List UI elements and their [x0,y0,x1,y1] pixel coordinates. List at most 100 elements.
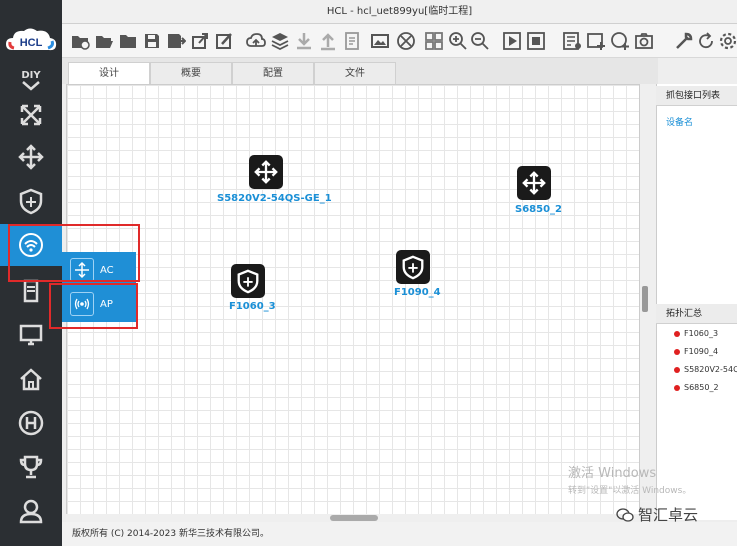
download-button[interactable] [294,31,314,51]
layers-button[interactable] [270,31,290,51]
tab-overview[interactable]: 概要 [150,62,232,84]
tab-file[interactable]: 文件 [314,62,396,84]
new-project-button[interactable] [70,31,90,51]
list-add-icon [563,32,581,50]
sidebar-item-firewall[interactable] [0,180,62,222]
sidebar-item-home[interactable] [0,358,62,400]
save-button[interactable] [142,31,162,51]
window-add-icon [587,33,605,50]
add-device-button[interactable] [610,31,630,51]
settings-button[interactable] [674,31,694,51]
gear-button[interactable] [718,31,737,51]
zoom-in-button[interactable] [448,31,468,51]
grid-icon [425,32,443,50]
open-project-button[interactable] [94,31,114,51]
topology-canvas[interactable] [66,84,640,520]
save-as-button[interactable] [166,31,187,51]
windows-activation-watermark: 激活 Windows 转到"设置"以激活 Windows。 [568,462,691,496]
new-folder-icon [72,36,90,50]
cloud-upload-icon [246,33,266,47]
stop-icon [527,32,545,50]
export-button[interactable] [190,31,210,51]
watermark-line2: 转到"设置"以激活 Windows。 [568,486,692,496]
network-icon [397,32,415,50]
upload-button[interactable] [318,31,338,51]
device-s5820-node[interactable] [249,155,283,189]
switch-icon [18,144,44,170]
sidebar-item-switch[interactable] [0,136,62,178]
zoom-in-icon [449,32,467,50]
device-s6850-node[interactable] [517,166,551,200]
horizontal-scroll-thumb[interactable] [330,515,378,521]
status-dot [674,330,680,337]
zoom-out-button[interactable] [470,31,490,51]
trophy-icon [19,455,43,479]
layers-icon [271,33,289,51]
list-button[interactable] [562,31,582,51]
copyright-footer: 版权所有 (C) 2014-2023 新华三技术有限公司。 [62,522,737,546]
folder-button[interactable] [118,31,138,51]
diy-icon: DIY [21,70,41,91]
status-dot [674,384,680,391]
sidebar-item-router[interactable] [0,94,62,136]
toolbar [62,24,737,58]
document-icon [345,32,359,50]
switch-icon [254,160,278,184]
gear-icon [719,32,737,50]
sidebar-item-user[interactable] [0,490,62,532]
device-label: F1060_3 [229,301,276,312]
camera-button[interactable] [634,31,654,51]
document-button[interactable] [342,31,362,51]
h-circle-icon [18,410,44,436]
save-as-icon [168,34,187,48]
tab-config[interactable]: 配置 [232,62,314,84]
tab-design[interactable]: 设计 [68,62,150,84]
screenshot-button[interactable] [370,31,390,51]
summary-item[interactable]: F1060_3 [674,329,718,338]
firewall-icon [237,269,259,294]
grid-view-button[interactable] [424,31,444,51]
refresh-button[interactable] [696,31,716,51]
zoom-out-icon [471,32,489,50]
svg-text:HCL: HCL [20,37,43,49]
wrench-icon [676,32,693,49]
wechat-icon [616,507,634,522]
highlight-box-ap [49,283,138,329]
shield-icon [19,188,43,215]
play-icon [503,32,521,50]
save-icon [145,34,159,48]
export-icon [192,33,208,49]
sidebar-item-trophy[interactable] [0,446,62,488]
summary-item[interactable]: F1090_4 [674,347,718,356]
folder-icon [120,35,136,48]
watermark-line1: 激活 Windows [568,466,657,481]
edit-button[interactable] [214,31,234,51]
brand-watermark: 智汇卓云 [616,504,698,525]
cross-arrows-icon [20,104,42,126]
device-label: S5820V2-54QS-GE_1 [217,193,332,204]
stop-button[interactable] [526,31,546,51]
cloud-button[interactable] [246,31,266,51]
start-button[interactable] [502,31,522,51]
svg-text:DIY: DIY [21,70,41,81]
device-f1060-node[interactable] [231,264,265,298]
capture-list-title: 抓包接口列表 [656,86,737,106]
highlight-box-wireless [8,224,140,282]
switch-icon [522,171,546,195]
status-dot [674,348,680,355]
device-label: S6850_2 [515,204,562,215]
device-f1090-node[interactable] [396,250,430,284]
summary-item[interactable]: S6850_2 [674,383,719,392]
edit-icon [216,33,232,49]
network-button[interactable] [396,31,416,51]
summary-item[interactable]: S5820V2-54QS [674,365,737,374]
capture-device-column[interactable]: 设备名 [666,115,693,128]
device-label: F1090_4 [394,287,441,298]
refresh-icon [699,32,713,49]
vertical-scroll-thumb[interactable] [642,286,648,312]
open-folder-icon [96,36,113,48]
hcl-logo: HCL [6,28,57,51]
add-window-button[interactable] [586,31,606,51]
sidebar-item-hub[interactable] [0,402,62,444]
window-title: HCL - hcl_uet899yu[临时工程] [62,0,737,24]
